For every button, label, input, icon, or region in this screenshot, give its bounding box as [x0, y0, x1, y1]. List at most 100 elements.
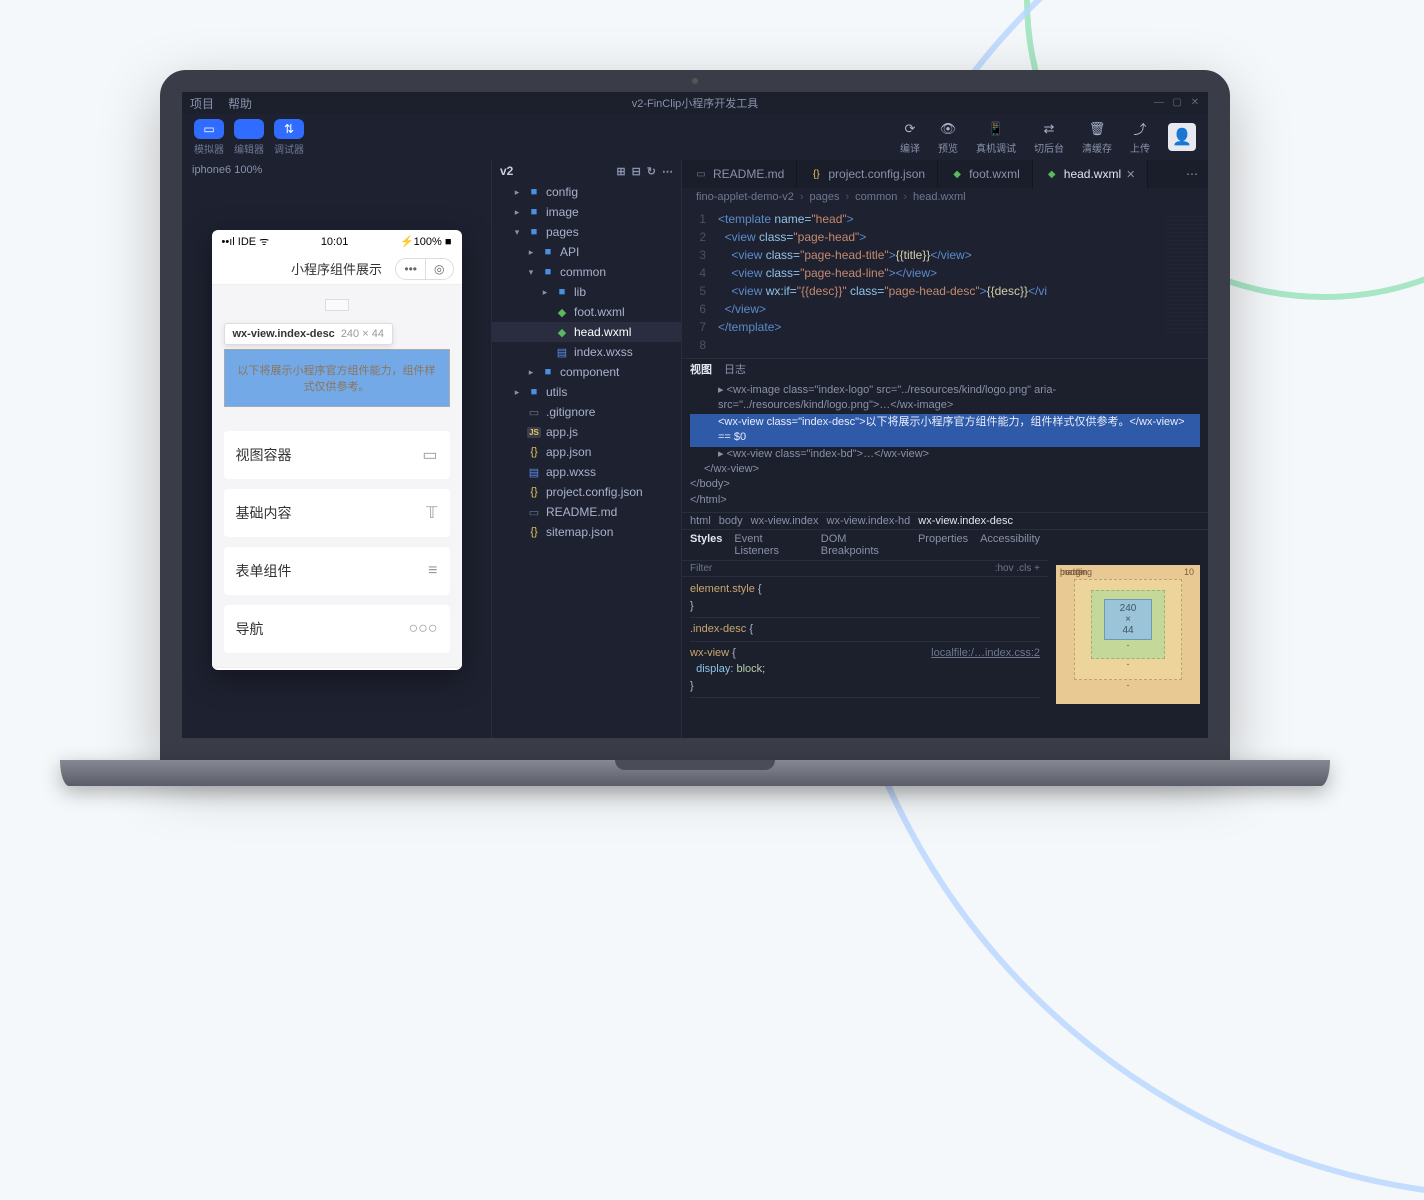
minimap[interactable] — [1166, 216, 1206, 336]
tab-overflow[interactable]: ⋯ — [1176, 167, 1208, 181]
explorer-action-3[interactable]: ⋯ — [662, 165, 673, 178]
tree-item-utils[interactable]: ▸■utils — [492, 382, 681, 402]
tree-item-app.wxss[interactable]: ▤app.wxss — [492, 462, 681, 482]
box-dash: - — [1127, 640, 1130, 650]
explorer-action-2[interactable]: ↻ — [647, 165, 656, 178]
signal-indicator: ••ıl IDE ᯤ — [222, 234, 270, 249]
capsule-close-icon[interactable]: ◎ — [425, 259, 452, 279]
tab-log[interactable]: 日志 — [724, 361, 746, 377]
avatar[interactable]: 👤 — [1168, 123, 1196, 151]
card-2[interactable]: 表单组件≡ — [224, 547, 450, 595]
action-编译[interactable]: ⟳编译 — [900, 120, 920, 155]
mode-pill-1[interactable] — [234, 119, 264, 139]
explorer-action-0[interactable]: ⊞ — [616, 165, 625, 178]
dom-tree[interactable]: ▸ <wx-image class="index-logo" src="../r… — [682, 379, 1208, 512]
tree-item-sitemap.json[interactable]: {}sitemap.json — [492, 522, 681, 542]
tree-item-project.config.json[interactable]: {}project.config.json — [492, 482, 681, 502]
mode-pill-0[interactable]: ▭ — [194, 119, 224, 139]
tree-item-common[interactable]: ▾■common — [492, 262, 681, 282]
styles-tab-styles[interactable]: Styles — [690, 533, 722, 557]
dom-path-1[interactable]: body — [719, 515, 743, 527]
action-清缓存[interactable]: 🗑清缓存 — [1082, 120, 1112, 155]
menu-bar: 项目 帮助 v2-FinClip小程序开发工具 — ▢ ✕ — [182, 92, 1208, 114]
filter-input[interactable]: Filter — [690, 563, 712, 574]
phone-preview: ••ıl IDE ᯤ 10:01 ⚡100% ■ 小程序组件展示 ••• ◎ — [212, 230, 462, 670]
styles-tab-properties[interactable]: Properties — [918, 533, 968, 557]
battery-indicator: ⚡100% ■ — [400, 235, 452, 248]
minimize-icon[interactable]: — — [1154, 98, 1164, 108]
editor-tab-foot.wxml[interactable]: ◆foot.wxml — [938, 160, 1033, 188]
dom-path-0[interactable]: html — [690, 515, 711, 527]
card-0[interactable]: 视图容器▭ — [224, 431, 450, 479]
inspect-tooltip: wx-view.index-desc 240 × 44 — [224, 323, 393, 345]
inspected-element[interactable]: 以下将展示小程序官方组件能力，组件样式仅供参考。 — [224, 349, 450, 407]
editor-tab-README.md[interactable]: ▭README.md — [682, 160, 797, 188]
mode-pill-2[interactable]: ⇅ — [274, 119, 304, 139]
action-预览[interactable]: 👁预览 — [938, 120, 958, 155]
breadcrumb-0[interactable]: fino-applet-demo-v2 — [696, 191, 794, 203]
phone-tab-组件[interactable]: ▦组件 — [212, 668, 337, 670]
dom-path[interactable]: html body wx-view.index wx-view.index-hd wx-… — [682, 512, 1208, 529]
clock: 10:01 — [321, 236, 349, 248]
css-rules[interactable]: element.style {}.index-desc {</span><br>… — [682, 577, 1048, 705]
dom-path-4[interactable]: wx-view.index-desc — [918, 515, 1013, 527]
menu-help[interactable]: 帮助 — [228, 95, 252, 112]
tab-view[interactable]: 视图 — [690, 361, 712, 377]
breadcrumb-1[interactable]: pages — [810, 191, 840, 203]
action-上传[interactable]: ⤴上传 — [1130, 120, 1150, 155]
breadcrumb-3[interactable]: head.wxml — [913, 191, 966, 203]
editor-tab-project.config.json[interactable]: {}project.config.json — [797, 160, 938, 188]
explorer-root[interactable]: v2 — [500, 164, 513, 178]
window-title: v2-FinClip小程序开发工具 — [632, 95, 759, 111]
styles-tab-accessibility[interactable]: Accessibility — [980, 533, 1040, 557]
breadcrumb-2[interactable]: common — [855, 191, 897, 203]
tree-item-index.wxss[interactable]: ▤index.wxss — [492, 342, 681, 362]
device-label: iphone6 100% — [192, 164, 262, 176]
close-icon[interactable]: ✕ — [1190, 98, 1200, 108]
inspect-selector: wx-view.index-desc — [233, 328, 335, 340]
menu-project[interactable]: 项目 — [190, 95, 214, 112]
action-真机调试[interactable]: 📱真机调试 — [976, 120, 1016, 155]
tree-item-.gitignore[interactable]: ▭.gitignore — [492, 402, 681, 422]
explorer-action-1[interactable]: ⊟ — [632, 165, 641, 178]
capsule-menu-icon[interactable]: ••• — [396, 259, 425, 279]
laptop-frame: 项目 帮助 v2-FinClip小程序开发工具 — ▢ ✕ ▭模拟器编辑器⇅调试… — [160, 70, 1230, 786]
maximize-icon[interactable]: ▢ — [1172, 98, 1182, 108]
tree-item-README.md[interactable]: ▭README.md — [492, 502, 681, 522]
box-dash: - — [1127, 680, 1130, 690]
capsule-button[interactable]: ••• ◎ — [395, 258, 453, 280]
tree-item-foot.wxml[interactable]: ◆foot.wxml — [492, 302, 681, 322]
action-切后台[interactable]: ⇄切后台 — [1034, 120, 1064, 155]
tree-item-pages[interactable]: ▾■pages — [492, 222, 681, 242]
tree-item-app.js[interactable]: JSapp.js — [492, 422, 681, 442]
box-model: margin 10 border padding 240 × 44 - — [1048, 530, 1208, 738]
card-1[interactable]: 基础内容𝕋 — [224, 489, 450, 537]
tree-item-API[interactable]: ▸■API — [492, 242, 681, 262]
window-controls: — ▢ ✕ — [1154, 98, 1200, 108]
file-explorer: v2 ⊞ ⊟ ↻ ⋯ ▸■config▸■image▾■pages▸■API▾■com… — [492, 160, 682, 738]
code-editor[interactable]: 1<template name="head">2 <view class="pa… — [682, 206, 1208, 358]
tree-item-lib[interactable]: ▸■lib — [492, 282, 681, 302]
dom-path-3[interactable]: wx-view.index-hd — [827, 515, 911, 527]
app-title: 小程序组件展示 — [291, 259, 382, 278]
styles-tab-event-listeners[interactable]: Event Listeners — [734, 533, 808, 557]
tree-item-app.json[interactable]: {}app.json — [492, 442, 681, 462]
box-padding-label: padding — [1060, 567, 1092, 577]
tab-close-icon[interactable]: ✕ — [1126, 168, 1135, 181]
editor-tab-head.wxml[interactable]: ◆head.wxml✕ — [1033, 160, 1149, 188]
inspect-dims: 240 × 44 — [341, 328, 384, 340]
box-content: 240 × 44 — [1104, 599, 1152, 640]
editor-tabstrip: ▭README.md{}project.config.json◆foot.wxm… — [682, 160, 1208, 188]
dom-path-2[interactable]: wx-view.index — [751, 515, 819, 527]
tree-item-head.wxml[interactable]: ◆head.wxml — [492, 322, 681, 342]
tree-item-image[interactable]: ▸■image — [492, 202, 681, 222]
breadcrumb: fino-applet-demo-v2›pages›common›head.wx… — [682, 188, 1208, 206]
filter-controls[interactable]: :hov .cls + — [995, 563, 1040, 574]
phone-tab-接口[interactable]: ◫接口 — [337, 668, 462, 670]
editor-panel: ▭README.md{}project.config.json◆foot.wxm… — [682, 160, 1208, 738]
tree-item-component[interactable]: ▸■component — [492, 362, 681, 382]
box-dash: - — [1127, 659, 1130, 669]
tree-item-config[interactable]: ▸■config — [492, 182, 681, 202]
card-3[interactable]: 导航○○○ — [224, 605, 450, 653]
styles-tab-dom-breakpoints[interactable]: DOM Breakpoints — [821, 533, 906, 557]
